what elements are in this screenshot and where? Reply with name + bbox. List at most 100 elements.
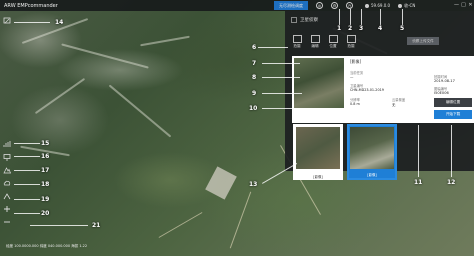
satellite-panel: 卫星侦察 拍摄 编辑 位置 拍摄 侦察上传文件 [影像] 当前任务 — 卫星编号… bbox=[285, 11, 474, 180]
callout-number: 16 bbox=[41, 153, 50, 160]
zoom-in-icon[interactable] bbox=[3, 205, 11, 213]
callout-number: 17 bbox=[41, 167, 50, 174]
callout-line bbox=[339, 9, 340, 25]
map-road bbox=[158, 212, 203, 238]
image-preview[interactable] bbox=[294, 58, 344, 108]
callout-line bbox=[258, 47, 288, 48]
callout-line bbox=[350, 9, 351, 25]
tab-survey-label: 无尽测绘调度 bbox=[279, 2, 303, 8]
status-dot-icon bbox=[365, 3, 369, 8]
tool-capture-button[interactable]: 拍摄 bbox=[290, 35, 304, 49]
cloud-icon[interactable] bbox=[3, 179, 11, 187]
callout-number: 11 bbox=[414, 179, 423, 186]
callout-line bbox=[262, 63, 300, 64]
callout-line bbox=[14, 22, 50, 23]
user-label: 收-CN bbox=[404, 2, 416, 8]
callout-number: 19 bbox=[41, 196, 50, 203]
map-town bbox=[205, 166, 237, 200]
thumbnail-caption: [影像] bbox=[367, 173, 377, 177]
callout-line bbox=[30, 225, 88, 226]
satellite-icon[interactable]: ◎ bbox=[316, 2, 323, 9]
callout-line bbox=[14, 170, 40, 171]
callout-number: 3 bbox=[359, 25, 364, 32]
callout-number: 15 bbox=[41, 140, 50, 147]
callout-number: 7 bbox=[252, 60, 257, 67]
tool-label: 拍摄 bbox=[347, 44, 355, 48]
display-icon[interactable] bbox=[3, 153, 11, 161]
thumbnail-caption: [影像] bbox=[313, 175, 323, 179]
map-ridge bbox=[108, 84, 172, 138]
camera-icon bbox=[292, 35, 302, 43]
left-toolbar bbox=[2, 140, 11, 231]
callout-number: 9 bbox=[252, 90, 257, 97]
callout-line bbox=[262, 93, 302, 94]
tool-shoot-button[interactable]: 拍摄 bbox=[344, 35, 358, 49]
callout-number: 2 bbox=[348, 25, 353, 32]
zoom-out-icon[interactable] bbox=[3, 218, 11, 226]
user-status[interactable]: 收-CN bbox=[398, 3, 415, 9]
callout-number: 5 bbox=[400, 25, 405, 32]
gear-icon[interactable]: ⚙ bbox=[331, 2, 338, 9]
field-value: — bbox=[350, 75, 354, 79]
tab-survey[interactable]: 无尽测绘调度 bbox=[274, 1, 308, 10]
callout-line bbox=[14, 156, 40, 157]
callout-number: 8 bbox=[252, 74, 257, 81]
edit-icon bbox=[310, 35, 320, 43]
close-button[interactable]: ✕ bbox=[467, 1, 474, 10]
callout-line bbox=[14, 184, 40, 185]
minimize-button[interactable]: — bbox=[453, 1, 460, 10]
map-ridge bbox=[34, 77, 86, 115]
app-title: ARW EMPcommander bbox=[4, 2, 58, 9]
map-ridge bbox=[61, 43, 149, 69]
coordinate-readout: 经度 100.0000.000 纬度 040.000.000 海拔 1.22 bbox=[6, 243, 88, 248]
image-title: [影像] bbox=[350, 59, 362, 64]
tool-edit-button[interactable]: 编辑 bbox=[308, 35, 322, 49]
maximize-button[interactable]: □ bbox=[460, 1, 467, 10]
image-info-card: [影像] 当前任务 — 卫星编号 CHN-MD23-01-2019 分辨率 0.… bbox=[292, 56, 474, 123]
panel-header: 卫星侦察 bbox=[291, 17, 318, 23]
callout-line bbox=[418, 125, 419, 177]
callout-line bbox=[262, 108, 304, 109]
thumbnail-image bbox=[350, 127, 394, 169]
layers-icon[interactable] bbox=[3, 17, 11, 25]
location-icon bbox=[328, 35, 338, 43]
panel-header-icon bbox=[291, 17, 297, 23]
callout-number: 18 bbox=[41, 181, 50, 188]
thumbnail-tile[interactable]: [影像] bbox=[293, 124, 343, 180]
callout-number: 12 bbox=[447, 179, 456, 186]
shoot-icon bbox=[346, 35, 356, 43]
window-controls: — □ ✕ bbox=[453, 1, 474, 10]
start-download-button[interactable]: 开始下载 bbox=[434, 110, 472, 119]
map-ridge bbox=[140, 35, 190, 47]
callout-line bbox=[14, 143, 40, 144]
app-window: ARW EMPcommander 无尽测绘调度 ◎ ⚙ ◷ 59.69.0.0 … bbox=[0, 0, 474, 256]
callout-number: 4 bbox=[378, 25, 383, 32]
callout-number: 14 bbox=[55, 19, 64, 26]
field-value: 0.8 m bbox=[350, 102, 360, 106]
mountain-icon[interactable] bbox=[3, 192, 11, 200]
edit-position-button[interactable]: 编辑位置 bbox=[434, 98, 472, 107]
status-bar: 经度 100.0000.000 纬度 040.000.000 海拔 1.22 bbox=[6, 242, 87, 250]
callout-line bbox=[14, 213, 40, 214]
callout-number: 10 bbox=[249, 105, 258, 112]
upload-button[interactable]: 侦察上传文件 bbox=[407, 37, 439, 45]
field-value: 2019-08-17 bbox=[434, 79, 455, 83]
thumbnail-tile-selected[interactable]: [影像] bbox=[347, 124, 397, 180]
user-icon bbox=[398, 3, 403, 8]
tool-location-button[interactable]: 位置 bbox=[326, 35, 340, 49]
map-road bbox=[229, 191, 252, 249]
callout-number: 20 bbox=[41, 210, 50, 217]
clock-icon[interactable]: ◷ bbox=[346, 2, 353, 9]
signal-icon[interactable] bbox=[3, 140, 11, 148]
tool-label: 编辑 bbox=[311, 44, 319, 48]
callout-line bbox=[14, 199, 40, 200]
callout-number: 21 bbox=[92, 222, 101, 229]
callout-line bbox=[361, 9, 362, 25]
field-value: 无 bbox=[392, 103, 396, 107]
connection-status-label: 59.69.0.0 bbox=[371, 3, 391, 8]
field-value: CHN-MD23-01-2019 bbox=[350, 88, 384, 92]
callout-line bbox=[451, 125, 452, 177]
terrain-icon[interactable] bbox=[2, 166, 11, 174]
connection-status: 59.69.0.0 bbox=[365, 3, 390, 8]
tool-label: 位置 bbox=[329, 44, 337, 48]
